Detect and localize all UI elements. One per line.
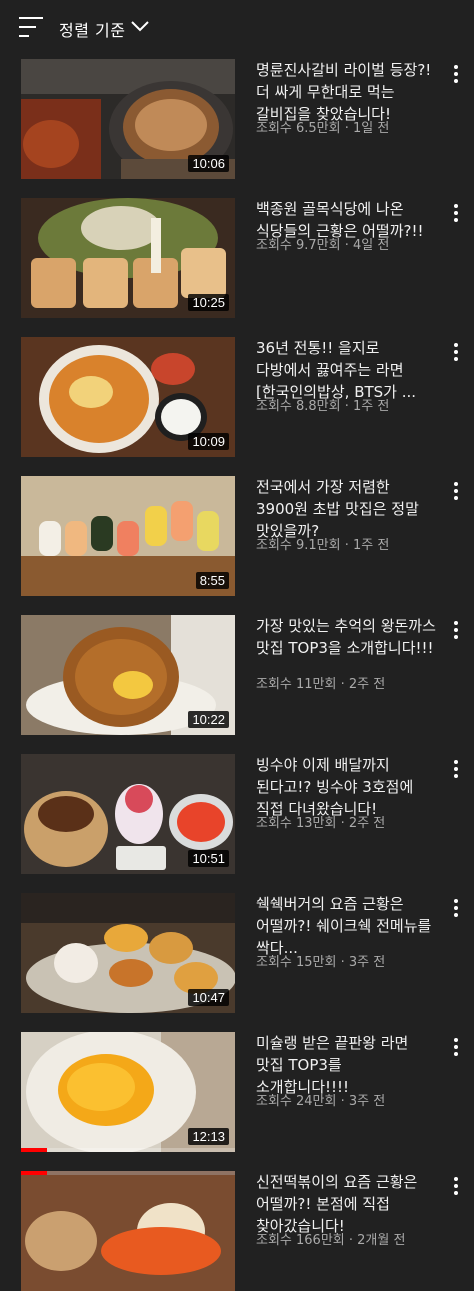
upload-age: 2개월 전 <box>357 1233 406 1248</box>
watch-progress-track <box>21 1171 235 1175</box>
more-options-icon[interactable] <box>449 897 463 919</box>
video-duration: 8:55 <box>195 572 229 589</box>
video-title[interactable]: 전국에서 가장 저렴한 3900원 초밥 맛집은 정말 맛있을까? <box>256 476 436 542</box>
view-count: 조회수 8.8만회 <box>256 399 341 414</box>
upload-age: 3주 전 <box>348 1094 386 1109</box>
more-options-icon[interactable] <box>449 758 463 780</box>
upload-age: 4일 전 <box>353 238 390 253</box>
sort-label[interactable]: 정렬 기준 <box>59 17 125 41</box>
video-thumbnail[interactable]: 10:25 <box>21 198 235 318</box>
more-options-icon[interactable] <box>449 1175 463 1197</box>
upload-age: 3주 전 <box>348 955 386 970</box>
sort-bar[interactable]: 정렬 기준 <box>0 0 474 56</box>
video-thumbnail[interactable]: 12:13 <box>21 1032 235 1152</box>
view-count: 조회수 6.5만회 <box>256 121 341 136</box>
video-thumbnail[interactable]: 10:51 <box>21 754 235 874</box>
video-title[interactable]: 가장 맛있는 추억의 왕돈까스 맛집 TOP3을 소개합니다!!! <box>256 615 436 659</box>
video-title[interactable]: 명륜진사갈비 라이벌 등장?! 더 싸게 무한대로 먹는 갈비집을 찾았습니다! <box>256 59 436 125</box>
video-item[interactable]: 10:51 빙수야 이제 배달까지 된다고!? 빙수야 3호점에 직접 다녀왔습… <box>0 754 474 874</box>
video-meta: 조회수 9.1만회 · 1주 전 <box>256 538 390 553</box>
video-item[interactable]: 10:09 36년 전통!! 을지로 다방에서 끓여주는 라면 [한국인의밥상,… <box>0 337 474 457</box>
thumbnail-image <box>21 1171 235 1291</box>
video-meta: 조회수 166만회 · 2개월 전 <box>256 1233 406 1248</box>
more-options-icon[interactable] <box>449 202 463 224</box>
video-duration: 10:22 <box>188 711 229 728</box>
video-thumbnail[interactable]: 10:06 <box>21 59 235 179</box>
video-duration: 10:47 <box>188 989 229 1006</box>
video-title[interactable]: 신전떡볶이의 요즘 근황은 어떨까?! 본점에 직접 찾아갔습니다! <box>256 1171 436 1237</box>
video-item[interactable]: 신전떡볶이의 요즘 근황은 어떨까?! 본점에 직접 찾아갔습니다! 조회수 1… <box>0 1171 474 1291</box>
video-thumbnail[interactable] <box>21 1171 235 1291</box>
video-meta: 조회수 8.8만회 · 1주 전 <box>256 399 390 414</box>
video-title[interactable]: 빙수야 이제 배달까지 된다고!? 빙수야 3호점에 직접 다녀왔습니다! <box>256 754 436 820</box>
video-meta: 조회수 24만회 · 3주 전 <box>256 1094 386 1109</box>
more-options-icon[interactable] <box>449 63 463 85</box>
view-count: 조회수 24만회 <box>256 1094 337 1109</box>
video-meta: 조회수 6.5만회 · 1일 전 <box>256 121 390 136</box>
view-count: 조회수 9.1만회 <box>256 538 341 553</box>
video-item[interactable]: 12:13 미슐랭 받은 끝판왕 라면 맛집 TOP3를 소개합니다!!!! 조… <box>0 1032 474 1152</box>
video-item[interactable]: 10:22 가장 맛있는 추억의 왕돈까스 맛집 TOP3을 소개합니다!!! … <box>0 615 474 735</box>
chevron-down-icon[interactable] <box>131 20 149 32</box>
upload-age: 1일 전 <box>353 121 390 136</box>
video-duration: 10:09 <box>188 433 229 450</box>
video-thumbnail[interactable]: 10:47 <box>21 893 235 1013</box>
upload-age: 2주 전 <box>348 816 386 831</box>
video-title[interactable]: 쉑쉑버거의 요즘 근황은 어떨까?! 쉐이크쉑 전메뉴를 싹다... <box>256 893 436 959</box>
view-count: 조회수 11만회 <box>256 677 337 692</box>
video-item[interactable]: 10:06 명륜진사갈비 라이벌 등장?! 더 싸게 무한대로 먹는 갈비집을 … <box>0 59 474 179</box>
video-duration: 10:25 <box>188 294 229 311</box>
video-duration: 10:06 <box>188 155 229 172</box>
view-count: 조회수 15만회 <box>256 955 337 970</box>
upload-age: 1주 전 <box>353 538 390 553</box>
upload-age: 1주 전 <box>353 399 390 414</box>
watch-progress-bar <box>21 1148 47 1152</box>
video-title[interactable]: 미슐랭 받은 끝판왕 라면 맛집 TOP3를 소개합니다!!!! <box>256 1032 436 1098</box>
video-meta: 조회수 9.7만회 · 4일 전 <box>256 238 390 253</box>
view-count: 조회수 9.7만회 <box>256 238 341 253</box>
video-meta: 조회수 13만회 · 2주 전 <box>256 816 386 831</box>
watch-progress-track <box>21 1148 235 1152</box>
view-count: 조회수 13만회 <box>256 816 337 831</box>
more-options-icon[interactable] <box>449 619 463 641</box>
video-meta: 조회수 15만회 · 3주 전 <box>256 955 386 970</box>
video-thumbnail[interactable]: 10:22 <box>21 615 235 735</box>
video-duration: 10:51 <box>188 850 229 867</box>
video-title[interactable]: 36년 전통!! 을지로 다방에서 끓여주는 라면 [한국인의밥상, BTS가 … <box>256 337 436 403</box>
view-count: 조회수 166만회 <box>256 1233 345 1248</box>
video-item[interactable]: 8:55 전국에서 가장 저렴한 3900원 초밥 맛집은 정말 맛있을까? 조… <box>0 476 474 596</box>
more-options-icon[interactable] <box>449 480 463 502</box>
video-thumbnail[interactable]: 10:09 <box>21 337 235 457</box>
more-options-icon[interactable] <box>449 341 463 363</box>
video-thumbnail[interactable]: 8:55 <box>21 476 235 596</box>
video-meta: 조회수 11만회 · 2주 전 <box>256 677 386 692</box>
sort-icon <box>19 17 43 37</box>
watch-progress-bar <box>21 1171 47 1175</box>
video-duration: 12:13 <box>188 1128 229 1145</box>
video-item[interactable]: 10:25 백종원 골목식당에 나온 식당들의 근황은 어떨까?!! 조회수 9… <box>0 198 474 318</box>
upload-age: 2주 전 <box>348 677 386 692</box>
video-item[interactable]: 10:47 쉑쉑버거의 요즘 근황은 어떨까?! 쉐이크쉑 전메뉴를 싹다...… <box>0 893 474 1013</box>
more-options-icon[interactable] <box>449 1036 463 1058</box>
